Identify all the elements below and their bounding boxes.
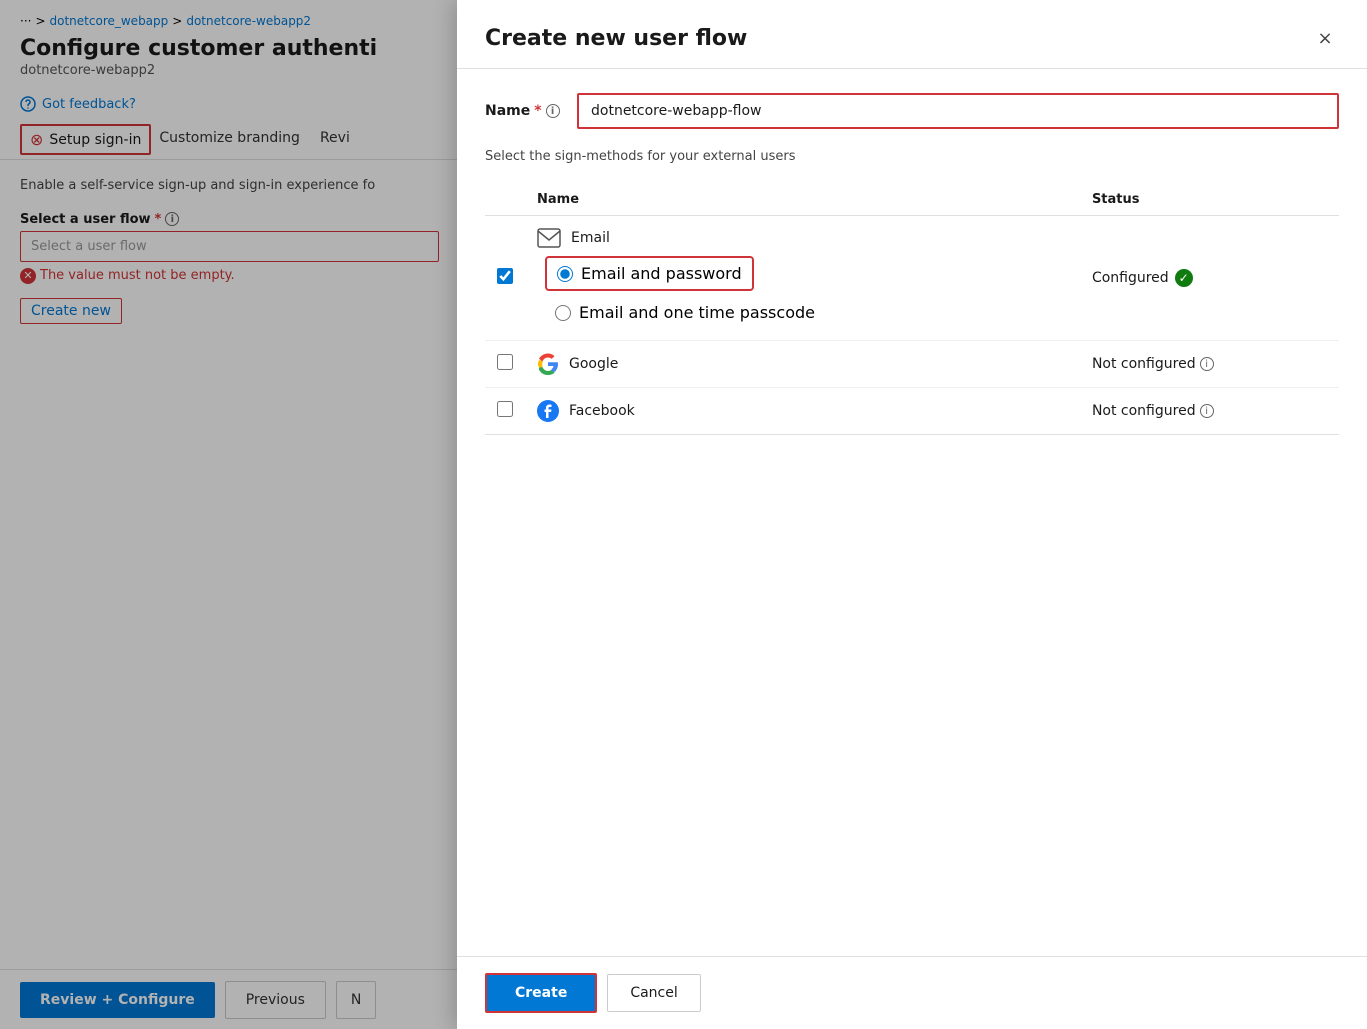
method-google-row: Google Not configured i [485, 341, 1339, 388]
email-otp-radio[interactable] [555, 305, 571, 321]
facebook-status-cell: Not configured i [1080, 388, 1339, 435]
facebook-status: Not configured i [1092, 403, 1327, 419]
modal-header: Create new user flow × [457, 0, 1367, 69]
cancel-button[interactable]: Cancel [607, 974, 700, 1012]
email-password-radio[interactable] [557, 266, 573, 282]
email-checkbox[interactable] [497, 268, 513, 284]
modal-footer: Create Cancel [457, 956, 1367, 1029]
email-password-label: Email and password [581, 264, 742, 283]
modal-close-button[interactable]: × [1311, 24, 1339, 52]
email-status-text: Configured [1092, 270, 1169, 286]
facebook-checkbox-cell [485, 388, 525, 435]
email-method-cell: Email Email and password [525, 216, 1080, 341]
name-field-label: Name * i [485, 103, 565, 119]
google-method-cell: Google [525, 341, 1080, 388]
google-status-info-icon[interactable]: i [1200, 357, 1214, 371]
google-icon [537, 353, 559, 375]
email-otp-option[interactable]: Email and one time passcode [545, 297, 1068, 328]
email-icon [537, 228, 561, 248]
signin-methods-desc: Select the sign-methods for your externa… [485, 149, 1339, 164]
facebook-method-name: Facebook [537, 400, 1068, 422]
email-sub-methods: Email and password Email and one time pa… [537, 256, 1068, 328]
google-method-name: Google [537, 353, 1068, 375]
create-button[interactable]: Create [485, 973, 597, 1013]
name-info-icon[interactable]: i [546, 104, 560, 118]
signin-methods-table: Name Status [485, 184, 1339, 435]
facebook-method-label: Facebook [569, 403, 635, 419]
name-required-star: * [534, 103, 541, 119]
configured-check-icon: ✓ [1175, 269, 1193, 287]
email-status-cell: Configured ✓ [1080, 216, 1339, 341]
facebook-status-text: Not configured [1092, 403, 1196, 419]
name-input[interactable] [577, 93, 1339, 129]
method-email-row: Email Email and password [485, 216, 1339, 341]
col-select-header [485, 184, 525, 216]
facebook-icon [537, 400, 559, 422]
google-method-label: Google [569, 356, 618, 372]
method-facebook-row: Facebook Not configured i [485, 388, 1339, 435]
facebook-checkbox[interactable] [497, 401, 513, 417]
google-checkbox[interactable] [497, 354, 513, 370]
modal-body: Name * i Select the sign-methods for you… [457, 69, 1367, 956]
email-method-label: Email [571, 230, 610, 246]
google-status: Not configured i [1092, 356, 1327, 372]
email-method-name: Email [537, 228, 1068, 248]
col-status-header: Status [1080, 184, 1339, 216]
google-status-text: Not configured [1092, 356, 1196, 372]
google-status-cell: Not configured i [1080, 341, 1339, 388]
google-checkbox-cell [485, 341, 525, 388]
col-name-header: Name [525, 184, 1080, 216]
email-status: Configured ✓ [1092, 269, 1327, 287]
facebook-method-cell: Facebook [525, 388, 1080, 435]
facebook-status-info-icon[interactable]: i [1200, 404, 1214, 418]
email-checkbox-cell [485, 216, 525, 341]
modal-title: Create new user flow [485, 26, 747, 51]
create-user-flow-modal: Create new user flow × Name * i Select t… [457, 0, 1367, 1029]
email-otp-label: Email and one time passcode [579, 303, 815, 322]
email-password-option[interactable]: Email and password [545, 256, 754, 291]
name-field-row: Name * i [485, 93, 1339, 129]
